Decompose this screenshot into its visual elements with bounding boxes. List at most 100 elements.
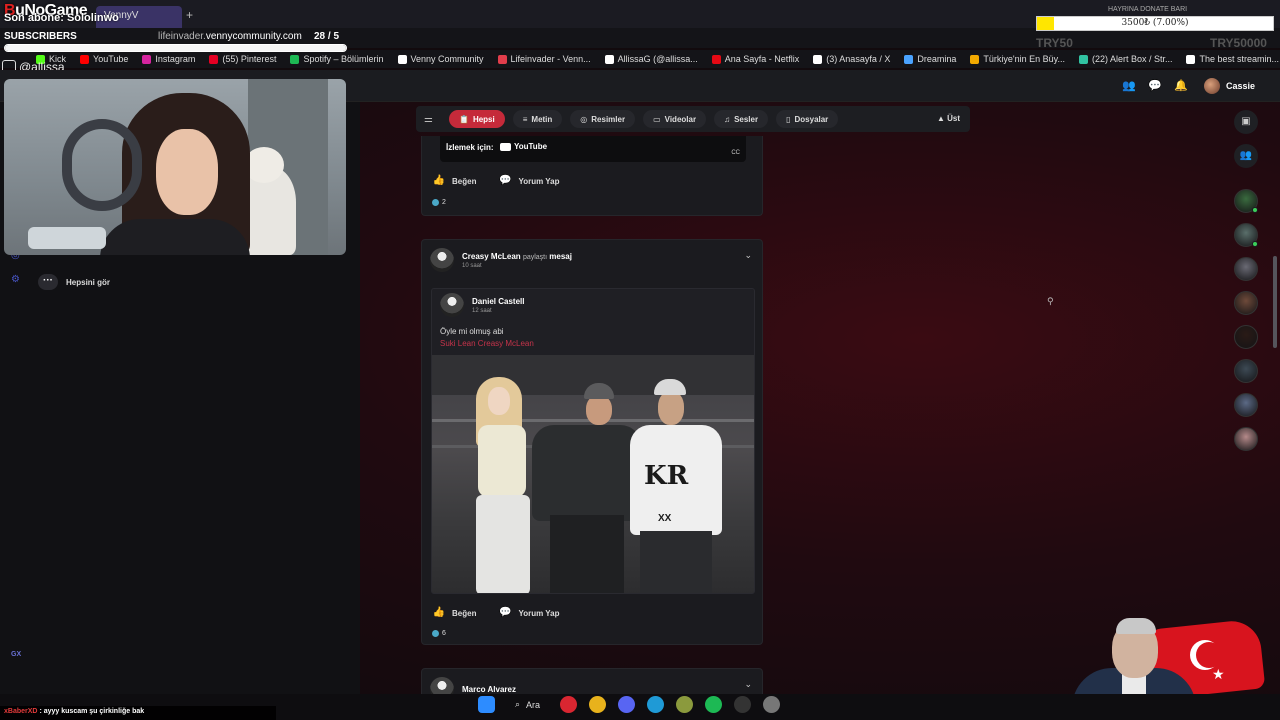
reaction-count[interactable]: 2: [432, 199, 446, 206]
chevron-down-icon[interactable]: ⌄: [744, 679, 752, 690]
post-action-word: mesaj: [549, 251, 572, 261]
bookmark-label: (55) Pinterest: [222, 54, 277, 64]
spotify-icon[interactable]: [705, 696, 723, 713]
filter-icon: 📋: [458, 114, 469, 124]
bookmark-item[interactable]: Ana Sayfa - Netflix: [711, 54, 800, 64]
thumbs-up-icon: 👍: [432, 607, 446, 618]
discord-icon[interactable]: [618, 696, 636, 713]
bookmark-label: YouTube: [93, 54, 129, 64]
bookmark-item[interactable]: AllissaG (@allissa...: [604, 54, 698, 64]
shared-post-tags[interactable]: Suki Lean Creasy McLean: [440, 339, 534, 348]
teddy-bear-head: [244, 147, 284, 183]
filter-chip[interactable]: ≡ Metin: [512, 110, 563, 128]
taskbar-search[interactable]: ⌕ Ara: [507, 699, 548, 710]
friend-avatar[interactable]: [1234, 393, 1258, 417]
scroll-top-button[interactable]: ▲ Üst: [937, 114, 960, 123]
reaction-number: 6: [442, 630, 446, 637]
friend-avatar[interactable]: [1234, 257, 1258, 281]
friends-icon[interactable]: 👥: [1122, 79, 1136, 93]
filter-chip[interactable]: ▯ Dosyalar: [776, 110, 839, 128]
url-text[interactable]: lifeinvader.vennycommunity.com: [158, 31, 302, 42]
bookmark-item[interactable]: Instagram: [142, 54, 195, 64]
new-tab-button[interactable]: +: [186, 8, 193, 22]
filter-chip[interactable]: ◎ Resimler: [570, 110, 636, 128]
see-all-button[interactable]: ··· Hepsini gör: [38, 274, 110, 290]
opera-icon[interactable]: [560, 696, 578, 713]
friend-avatar[interactable]: [1234, 359, 1258, 383]
like-button[interactable]: 👍 Beğen: [432, 606, 477, 620]
shared-post-text: Öyle mi olmuş abi: [440, 327, 504, 336]
bookmark-item[interactable]: Türkiye'nin En Büy...: [970, 54, 1065, 64]
see-all-label: Hepsini gör: [66, 277, 111, 287]
reaction-count[interactable]: 6: [432, 630, 446, 637]
filter-chip[interactable]: ♫ Sesler: [714, 110, 769, 128]
chrome-icon[interactable]: [589, 696, 607, 713]
chat-icon[interactable]: ▣: [1234, 110, 1258, 134]
comment-button[interactable]: 💬 Yorum Yap: [498, 174, 559, 188]
friend-avatar[interactable]: [1234, 189, 1258, 213]
post-author[interactable]: Creasy McLean: [462, 252, 521, 261]
post-image[interactable]: KR XX: [432, 355, 754, 593]
shared-post-author[interactable]: Daniel Castell: [472, 297, 524, 306]
friend-avatar[interactable]: [1234, 427, 1258, 451]
like-button[interactable]: 👍 Beğen: [432, 174, 477, 188]
bookmark-item[interactable]: (55) Pinterest: [209, 54, 276, 64]
filter-icon: ≡: [522, 114, 528, 124]
feed-post: İzlemek için: YouTube CC 👍 Beğen 💬 Yorum Y…: [421, 136, 763, 216]
avatar[interactable]: [430, 248, 454, 272]
cc-icon[interactable]: CC: [731, 150, 740, 156]
filter-chip[interactable]: 📋 Hepsi: [448, 110, 505, 128]
obs-icon[interactable]: [763, 696, 781, 713]
donate-max: TRY50000: [1210, 36, 1267, 50]
windows-start-icon[interactable]: [478, 696, 495, 713]
bookmark-item[interactable]: Spotify – Bölümlerin: [290, 54, 384, 64]
bookmark-label: Ana Sayfa - Netflix: [724, 54, 800, 64]
shared-post-time: 12 saat: [472, 307, 492, 314]
bookmark-label: AllissaG (@allissa...: [617, 54, 698, 64]
settings-icon[interactable]: ⚙: [11, 274, 20, 285]
filter-icon: ◎: [580, 114, 588, 124]
filter-settings-icon[interactable]: ⚌: [424, 114, 433, 125]
gta-icon[interactable]: [676, 696, 694, 713]
bookmark-item[interactable]: Lifeinvader - Venn...: [497, 54, 591, 64]
friend-avatar[interactable]: [1234, 291, 1258, 315]
youtube-logo[interactable]: YouTube: [500, 142, 547, 151]
video-embed[interactable]: İzlemek için: YouTube CC: [440, 136, 746, 162]
edge-icon[interactable]: [647, 696, 665, 713]
bookmark-item[interactable]: (22) Alert Box / Str...: [1078, 54, 1173, 64]
post-actions: 👍 Beğen 💬 Yorum Yap: [432, 606, 560, 620]
bookmark-icon: [80, 54, 90, 64]
app-icon[interactable]: [734, 696, 752, 713]
post-author-line: Creasy McLean paylaştı mesaj: [462, 252, 572, 261]
reaction-icon: [432, 630, 439, 637]
friend-avatar[interactable]: [1234, 223, 1258, 247]
bookmark-item[interactable]: (3) Anasayfa / X: [813, 54, 890, 64]
feed-post: Creasy McLean paylaştı mesaj 10 saat ⌄ D…: [421, 239, 763, 645]
flag-crescent-cutout: [1196, 642, 1222, 668]
messages-icon[interactable]: 💬: [1148, 79, 1162, 93]
post-author[interactable]: Marco Alvarez: [462, 685, 516, 694]
bookmark-icon: [813, 54, 823, 64]
scrollbar[interactable]: [1273, 256, 1277, 348]
shared-post-header: Daniel Castell 12 saat: [440, 293, 524, 317]
bell-icon[interactable]: 🔔: [1174, 79, 1188, 93]
youtube-text: YouTube: [514, 142, 548, 151]
bookmark-item[interactable]: The best streamin...: [1186, 54, 1279, 64]
comment-button[interactable]: 💬 Yorum Yap: [498, 606, 559, 620]
feed-filter-bar: ⚌ 📋 Hepsi ≡ Metin ◎ Resimler ▭ Videolar ♫ Sesler ▯…: [416, 106, 970, 132]
user-menu[interactable]: Cassie: [1204, 78, 1255, 94]
comment-icon: 💬: [499, 175, 512, 186]
avatar[interactable]: [440, 293, 464, 317]
filter-icon: ▯: [786, 114, 791, 124]
chevron-down-icon[interactable]: ⌄: [744, 250, 752, 261]
gx-label: GX: [11, 651, 22, 658]
filter-chip[interactable]: ▭ Videolar: [643, 110, 707, 128]
friend-avatar[interactable]: [1234, 325, 1258, 349]
add-friend-icon[interactable]: 👥: [1234, 144, 1258, 168]
bookmark-item[interactable]: Dreamina: [904, 54, 956, 64]
online-indicator: [1252, 241, 1258, 247]
bookmark-icon: [1186, 54, 1196, 64]
bookmark-item[interactable]: YouTube: [80, 54, 128, 64]
bookmark-label: (22) Alert Box / Str...: [1091, 54, 1173, 64]
bookmark-item[interactable]: Venny Community: [397, 54, 484, 64]
